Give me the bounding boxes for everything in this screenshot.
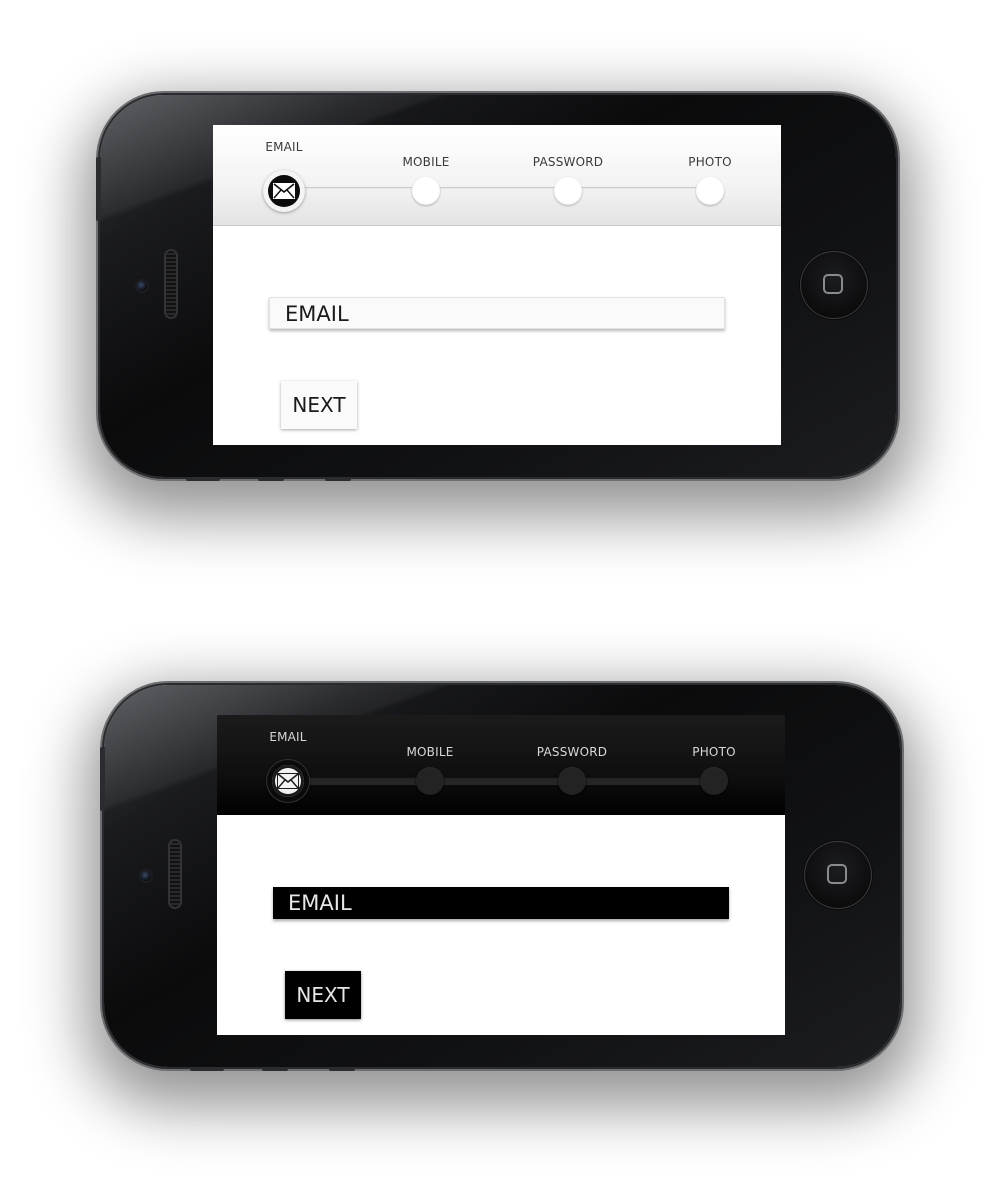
- step-label-photo: PHOTO: [688, 155, 732, 169]
- earpiece-speaker: [166, 251, 176, 317]
- envelope-icon: [273, 183, 295, 199]
- step-photo-dot[interactable]: [696, 177, 724, 205]
- home-button[interactable]: [804, 841, 872, 909]
- volume-up-button: [258, 477, 284, 481]
- step-label-email: EMAIL: [265, 140, 303, 154]
- home-square-icon: [827, 864, 847, 884]
- earpiece-speaker: [170, 841, 180, 907]
- volume-down-button: [325, 477, 351, 481]
- step-label-email: EMAIL: [269, 730, 307, 744]
- mute-switch: [96, 157, 101, 221]
- front-camera: [137, 281, 147, 291]
- signup-screen-dark: EMAIL MOBILE PASSWORD PHOTO EMAIL NEXT: [217, 715, 785, 1035]
- volume-up-button: [262, 1067, 288, 1071]
- progress-steps-bar: EMAIL MOBILE PASSWORD PHOTO: [217, 715, 785, 815]
- envelope-icon: [277, 773, 299, 789]
- next-button[interactable]: NEXT: [285, 971, 361, 1019]
- home-button[interactable]: [800, 251, 868, 319]
- email-field[interactable]: EMAIL: [273, 887, 729, 919]
- progress-track: [288, 777, 714, 785]
- mute-switch: [100, 747, 105, 811]
- sleep-button: [186, 477, 220, 481]
- step-label-mobile: MOBILE: [406, 745, 454, 759]
- next-button[interactable]: NEXT: [281, 381, 357, 429]
- phone-frame-light: EMAIL MOBILE PASSWORD PHOTO EMAIL NEXT: [96, 95, 896, 481]
- email-field[interactable]: EMAIL: [269, 297, 725, 329]
- volume-down-button: [329, 1067, 355, 1071]
- phone-frame-dark: EMAIL MOBILE PASSWORD PHOTO EMAIL NEXT: [100, 685, 900, 1071]
- step-photo-dot[interactable]: [700, 767, 728, 795]
- step-mobile-dot[interactable]: [416, 767, 444, 795]
- sleep-button: [190, 1067, 224, 1071]
- front-camera: [141, 871, 151, 881]
- step-password-dot[interactable]: [558, 767, 586, 795]
- signup-screen-light: EMAIL MOBILE PASSWORD PHOTO EMAIL NEXT: [213, 125, 781, 445]
- step-email-active[interactable]: [263, 170, 305, 212]
- progress-steps-bar: EMAIL MOBILE PASSWORD PHOTO: [213, 125, 781, 226]
- step-email-active[interactable]: [267, 760, 309, 802]
- progress-track: [284, 187, 710, 195]
- step-label-password: PASSWORD: [536, 745, 608, 759]
- step-label-photo: PHOTO: [692, 745, 736, 759]
- step-label-mobile: MOBILE: [402, 155, 450, 169]
- step-password-dot[interactable]: [554, 177, 582, 205]
- home-square-icon: [823, 274, 843, 294]
- step-mobile-dot[interactable]: [412, 177, 440, 205]
- step-label-password: PASSWORD: [532, 155, 604, 169]
